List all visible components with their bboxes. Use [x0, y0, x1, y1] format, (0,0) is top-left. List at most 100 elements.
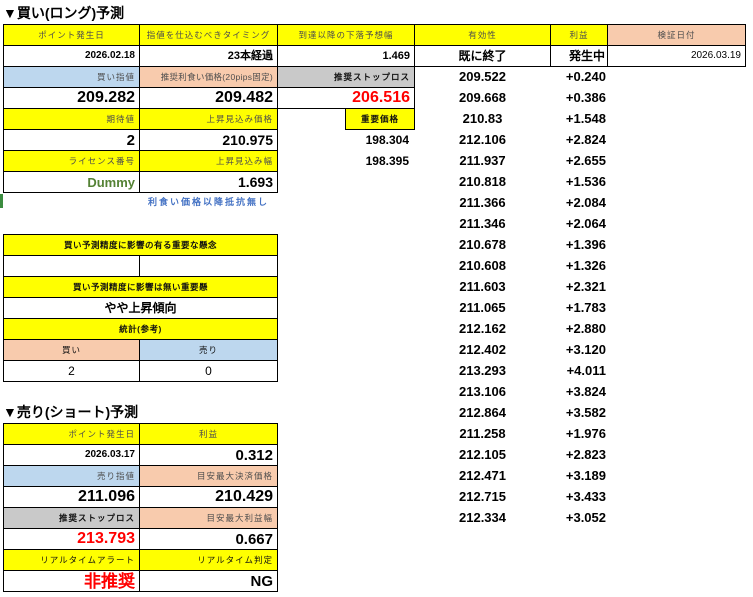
buy-timing-value[interactable]: 23本経過: [139, 45, 278, 67]
verification-profit[interactable]: +1.976: [550, 423, 608, 444]
sell-profit-label[interactable]: 利益: [139, 423, 278, 445]
verify-date-value[interactable]: 2026.03.19: [607, 45, 746, 67]
sell-stop-loss-value[interactable]: 213.793: [3, 528, 140, 550]
verification-profit[interactable]: +1.536: [550, 171, 608, 192]
verification-profit[interactable]: +4.011: [550, 360, 608, 381]
verify-profit-status[interactable]: 発生中: [550, 45, 608, 67]
key-price-2[interactable]: 198.395: [345, 150, 415, 171]
verification-price[interactable]: 212.105: [414, 444, 551, 465]
sell-point-date-label[interactable]: ポイント発生日: [3, 423, 140, 445]
verification-profit[interactable]: +3.120: [550, 339, 608, 360]
buy-point-date-header[interactable]: ポイント発生日: [3, 24, 140, 46]
verification-price[interactable]: 210.818: [414, 171, 551, 192]
verification-price[interactable]: 211.258: [414, 423, 551, 444]
verification-price[interactable]: 211.603: [414, 276, 551, 297]
key-price-1[interactable]: 198.304: [345, 129, 415, 150]
verification-profit[interactable]: +1.326: [550, 255, 608, 276]
verification-price[interactable]: 211.065: [414, 297, 551, 318]
buy-limit-value[interactable]: 209.282: [3, 87, 140, 109]
verification-price[interactable]: 212.162: [414, 318, 551, 339]
critical-concern-cell-a[interactable]: [3, 255, 140, 277]
verification-profit[interactable]: +1.548: [550, 108, 608, 129]
expected-value[interactable]: 2: [3, 129, 140, 151]
verification-price[interactable]: 212.402: [414, 339, 551, 360]
verification-profit[interactable]: +2.880: [550, 318, 608, 339]
realtime-alert-label[interactable]: リアルタイムアラート: [3, 549, 140, 571]
realtime-alert-value[interactable]: 非推奨: [3, 570, 140, 592]
critical-concern-cell-b[interactable]: [139, 255, 278, 277]
expected-value-label[interactable]: 期待値: [3, 108, 140, 130]
verification-profit[interactable]: +2.823: [550, 444, 608, 465]
verification-price[interactable]: 212.864: [414, 402, 551, 423]
license-label[interactable]: ライセンス番号: [3, 150, 140, 172]
buy-stop-loss-label[interactable]: 推奨ストップロス: [277, 66, 415, 88]
buy-limit-label[interactable]: 買い指値: [3, 66, 140, 88]
verification-price[interactable]: 211.346: [414, 213, 551, 234]
verification-price[interactable]: 209.668: [414, 87, 551, 108]
verification-price[interactable]: 211.937: [414, 150, 551, 171]
max-exit-label[interactable]: 目安最大決済価格: [139, 465, 278, 487]
validity-value[interactable]: 既に終了: [414, 45, 551, 67]
buy-drop-range-header[interactable]: 到達以降の下落予想幅: [277, 24, 415, 46]
noncritical-concern-label[interactable]: 買い予測精度に影響は無い重要懸: [3, 276, 278, 298]
verification-profit[interactable]: +1.783: [550, 297, 608, 318]
verification-profit[interactable]: +3.433: [550, 486, 608, 507]
verification-profit[interactable]: +0.240: [550, 66, 608, 87]
license-value[interactable]: Dummy: [3, 171, 140, 193]
buy-timing-header[interactable]: 指値を仕込むべきタイミング: [139, 24, 278, 46]
verification-profit[interactable]: +1.396: [550, 234, 608, 255]
verification-profit[interactable]: +2.064: [550, 213, 608, 234]
verification-price[interactable]: 210.83: [414, 108, 551, 129]
verification-price[interactable]: 212.471: [414, 465, 551, 486]
verification-price[interactable]: 212.715: [414, 486, 551, 507]
stats-label[interactable]: 統計(参考): [3, 318, 278, 340]
realtime-judgement-label[interactable]: リアルタイム判定: [139, 549, 278, 571]
verification-price[interactable]: 212.334: [414, 507, 551, 528]
stats-sell-label[interactable]: 売り: [139, 339, 278, 361]
rise-price-value[interactable]: 210.975: [139, 129, 278, 151]
max-exit-value[interactable]: 210.429: [139, 486, 278, 508]
verification-profit[interactable]: +2.084: [550, 192, 608, 213]
realtime-judgement-value[interactable]: NG: [139, 570, 278, 592]
buy-point-date-value[interactable]: 2026.02.18: [3, 45, 140, 67]
max-profit-label[interactable]: 目安最大利益幅: [139, 507, 278, 529]
no-resistance-note[interactable]: 利食い価格以降抵抗無し: [139, 192, 278, 213]
sell-section-title[interactable]: ▼売り(ショート)予測: [3, 401, 323, 423]
rise-range-value[interactable]: 1.693: [139, 171, 278, 193]
verification-profit[interactable]: +3.052: [550, 507, 608, 528]
stats-buy-label[interactable]: 買い: [3, 339, 140, 361]
verification-price[interactable]: 213.106: [414, 381, 551, 402]
verification-profit[interactable]: +3.824: [550, 381, 608, 402]
buy-section-title[interactable]: ▼買い(ロング)予測: [3, 2, 323, 24]
verification-profit[interactable]: +3.582: [550, 402, 608, 423]
verification-profit[interactable]: +0.386: [550, 87, 608, 108]
verification-price[interactable]: 212.106: [414, 129, 551, 150]
stats-sell-count[interactable]: 0: [139, 360, 278, 382]
rise-price-label[interactable]: 上昇見込み価格: [139, 108, 278, 130]
verification-profit[interactable]: +2.321: [550, 276, 608, 297]
verification-profit[interactable]: +3.189: [550, 465, 608, 486]
validity-header[interactable]: 有効性: [414, 24, 551, 46]
sell-point-date-value[interactable]: 2026.03.17: [3, 444, 140, 466]
take-profit-value[interactable]: 209.482: [139, 87, 278, 109]
verification-price[interactable]: 213.293: [414, 360, 551, 381]
verification-price[interactable]: 209.522: [414, 66, 551, 87]
verification-profit[interactable]: +2.824: [550, 129, 608, 150]
verify-profit-header[interactable]: 利益: [550, 24, 608, 46]
buy-stop-loss-value[interactable]: 206.516: [277, 87, 415, 109]
take-profit-label[interactable]: 推奨利食い価格(20pips固定): [139, 66, 278, 88]
verification-price[interactable]: 211.366: [414, 192, 551, 213]
key-price-label[interactable]: 重要価格: [345, 108, 415, 130]
buy-drop-range-value[interactable]: 1.469: [277, 45, 415, 67]
sell-profit-value[interactable]: 0.312: [139, 444, 278, 466]
critical-concern-label[interactable]: 買い予測精度に影響の有る重要な懸念: [3, 234, 278, 256]
rise-range-label[interactable]: 上昇見込み幅: [139, 150, 278, 172]
verify-date-header[interactable]: 検証日付: [607, 24, 746, 46]
stats-buy-count[interactable]: 2: [3, 360, 140, 382]
verification-price[interactable]: 210.678: [414, 234, 551, 255]
sell-stop-loss-label[interactable]: 推奨ストップロス: [3, 507, 140, 529]
verification-price[interactable]: 210.608: [414, 255, 551, 276]
verification-profit[interactable]: +2.655: [550, 150, 608, 171]
sell-limit-value[interactable]: 211.096: [3, 486, 140, 508]
max-profit-value[interactable]: 0.667: [139, 528, 278, 550]
